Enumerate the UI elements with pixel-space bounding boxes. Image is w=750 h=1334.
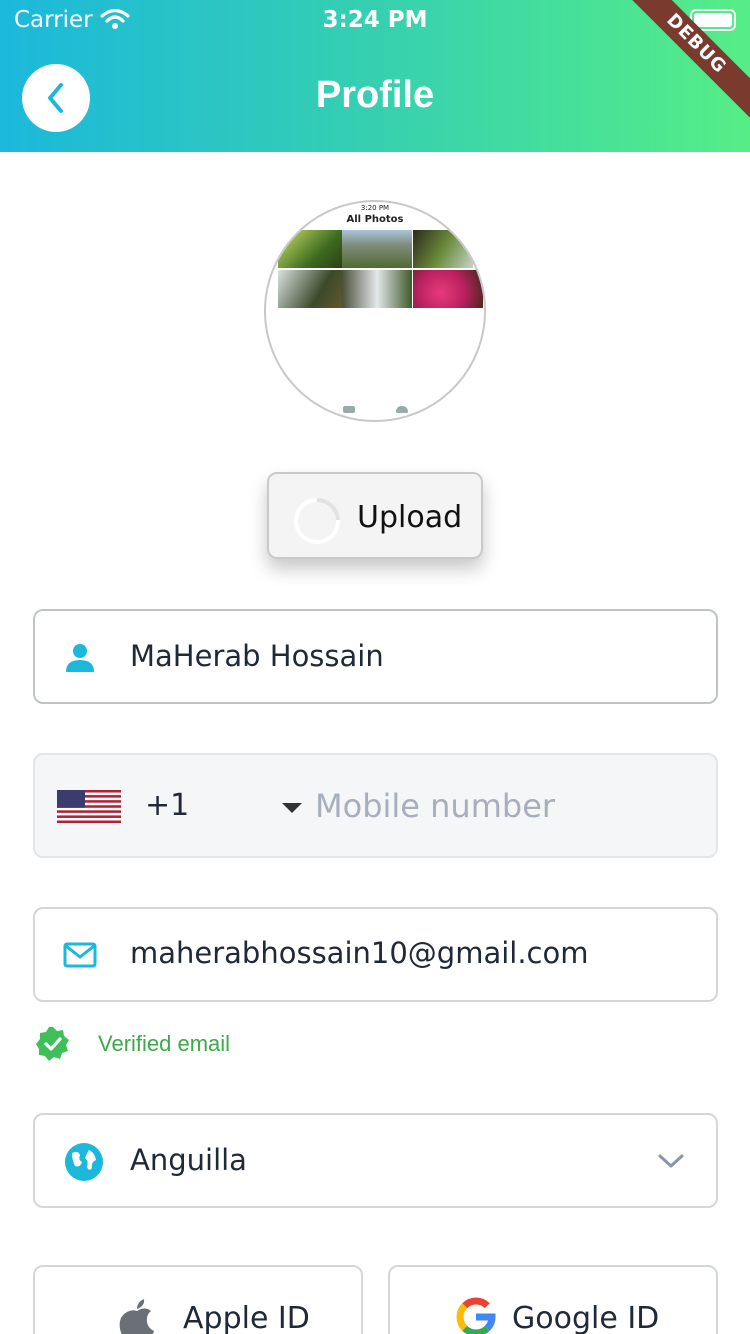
- avatar-preview-time: 3:20 PM: [360, 204, 390, 212]
- status-clock: 3:24 PM: [322, 7, 428, 33]
- globe-icon: [65, 1143, 103, 1181]
- country-value: Anguilla: [130, 1143, 247, 1177]
- app-header: Carrier 3:24 PM Profile DEBUG: [0, 0, 750, 152]
- photos-tab-icon: [343, 406, 355, 413]
- mail-icon: [63, 942, 97, 968]
- upload-label: Upload: [357, 500, 463, 535]
- google-id-button[interactable]: Google ID: [388, 1265, 718, 1334]
- name-value: MaHerab Hossain: [130, 639, 384, 673]
- name-field[interactable]: MaHerab Hossain: [33, 609, 718, 704]
- apple-id-button[interactable]: Apple ID: [33, 1265, 363, 1334]
- avatar-photo-thumb: [342, 270, 412, 308]
- profile-avatar[interactable]: 3:20 PM All Photos: [264, 200, 486, 422]
- upload-button[interactable]: Upload: [267, 472, 483, 559]
- person-icon: [66, 644, 94, 672]
- dropdown-caret-icon[interactable]: [282, 803, 302, 813]
- mobile-number-input[interactable]: [315, 783, 695, 829]
- google-id-label: Google ID: [512, 1301, 660, 1334]
- page-title: Profile: [315, 74, 435, 116]
- verified-email-label: Verified email: [98, 1031, 231, 1056]
- phone-field: +1: [33, 753, 718, 858]
- avatar-photo-thumb: [278, 270, 348, 308]
- avatar-photo-thumb: [413, 230, 473, 268]
- apple-id-label: Apple ID: [183, 1301, 310, 1334]
- dial-code-selector[interactable]: +1: [145, 788, 189, 823]
- email-field[interactable]: maherabhossain10@gmail.com: [33, 907, 718, 1002]
- us-flag-icon: [57, 790, 121, 823]
- country-dropdown[interactable]: Anguilla: [33, 1113, 718, 1208]
- avatar-preview-title: All Photos: [346, 214, 404, 225]
- albums-tab-icon: [396, 406, 408, 413]
- avatar-photo-thumb: [278, 230, 348, 268]
- email-value: maherabhossain10@gmail.com: [130, 936, 589, 970]
- google-logo-icon: [456, 1297, 496, 1334]
- apple-logo-icon: [119, 1299, 154, 1334]
- avatar-photo-thumb: [413, 270, 483, 308]
- verified-badge-icon: [36, 1027, 69, 1061]
- avatar-photo-thumb: [342, 230, 412, 268]
- chevron-down-icon: [658, 1154, 684, 1168]
- loading-spinner-icon: [294, 497, 341, 544]
